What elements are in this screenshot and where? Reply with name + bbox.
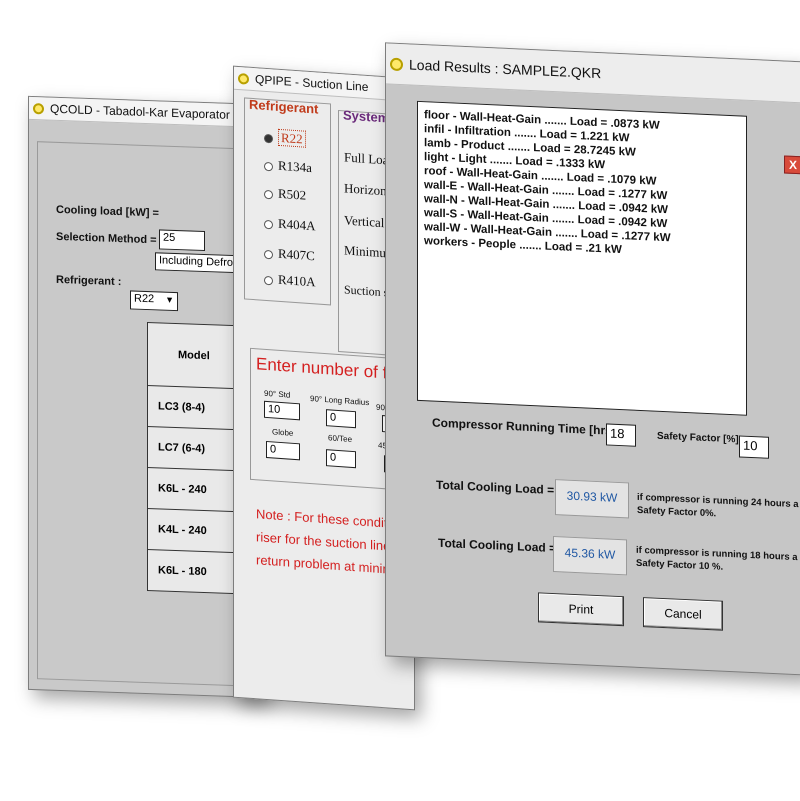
radio-icon	[264, 161, 273, 171]
cancel-button[interactable]: Cancel	[643, 597, 723, 631]
print-button[interactable]: Print	[538, 592, 624, 627]
results-list: floor - Wall-Heat-Gain ....... Load = .0…	[417, 100, 747, 416]
total-load-18h-value: 45.36 kW	[553, 536, 627, 576]
table-row[interactable]: LC3 (8-4)	[147, 385, 243, 430]
total-load-24h-value: 30.93 kW	[555, 479, 629, 519]
compressor-time-label: Compressor Running Time [hrs] =	[432, 415, 627, 439]
radio-icon	[264, 249, 273, 259]
total-load-24h-note: if compressor is running 24 hours a day.…	[637, 491, 800, 520]
total-load-24h-label: Total Cooling Load =	[436, 477, 555, 498]
refrigerant-group-title: Refrigerant	[249, 96, 319, 117]
note-text: Note : For these conditi riser for the s…	[256, 502, 394, 581]
compressor-time-input[interactable]: 18	[606, 423, 636, 447]
model-header: Model	[147, 322, 243, 389]
cooling-load-input[interactable]: 25	[159, 229, 205, 252]
radio-selected-icon	[264, 133, 273, 143]
fitting-label: 60/Tee	[328, 433, 353, 444]
fitting-input[interactable]: 0	[326, 449, 356, 469]
app-icon	[390, 57, 403, 71]
table-row[interactable]: K6L - 240	[147, 467, 243, 512]
fitting-label: Globe	[272, 427, 294, 438]
radio-r502[interactable]: R502	[264, 185, 306, 204]
refrigerant-label: Refrigerant :	[56, 273, 122, 289]
qcold-titlebar: QCOLD - Tabadol-Kar Evaporator Sel	[29, 96, 264, 129]
refrigerant-value: R22	[134, 292, 155, 306]
qpipe-title: QPIPE - Suction Line	[255, 72, 369, 95]
radio-icon	[264, 275, 273, 285]
table-row[interactable]: LC7 (6-4)	[147, 426, 243, 471]
fitting-label: 90° Std	[264, 388, 291, 400]
qcold-window: QCOLD - Tabadol-Kar Evaporator Sel Cooli…	[28, 95, 274, 699]
table-row[interactable]: K6L - 180	[147, 549, 243, 594]
app-icon	[33, 102, 44, 114]
fitting-input[interactable]: 10	[264, 400, 300, 421]
radio-r134a[interactable]: R134a	[264, 157, 312, 176]
safety-factor-input[interactable]: 10	[739, 435, 769, 459]
total-load-18h-note: if compressor is running 18 hours a day.…	[636, 544, 800, 573]
safety-factor-label: Safety Factor [%] =	[657, 430, 748, 446]
system-label: Suction s	[344, 282, 389, 300]
results-title: Load Results : SAMPLE2.QKR	[409, 56, 602, 82]
app-icon	[238, 72, 249, 85]
qcold-title: QCOLD - Tabadol-Kar Evaporator Sel	[50, 101, 251, 123]
total-load-18h-label: Total Cooling Load =	[438, 535, 557, 556]
results-titlebar: Load Results : SAMPLE2.QKR	[386, 43, 800, 104]
model-table: Model LC3 (8-4) LC7 (6-4) K6L - 240 K4L …	[147, 322, 243, 595]
radio-r22[interactable]: R22	[264, 128, 306, 148]
table-row[interactable]: K4L - 240	[147, 508, 243, 553]
close-icon[interactable]: X	[784, 155, 800, 175]
radio-icon	[264, 189, 273, 199]
refrigerant-dropdown[interactable]: R22 ▼	[130, 290, 178, 312]
fitting-input[interactable]: 0	[266, 440, 300, 461]
load-results-window: Load Results : SAMPLE2.QKR X floor - Wal…	[385, 42, 800, 676]
radio-icon	[264, 219, 273, 229]
chevron-down-icon: ▼	[165, 294, 174, 305]
fitting-input[interactable]: 0	[326, 409, 356, 429]
